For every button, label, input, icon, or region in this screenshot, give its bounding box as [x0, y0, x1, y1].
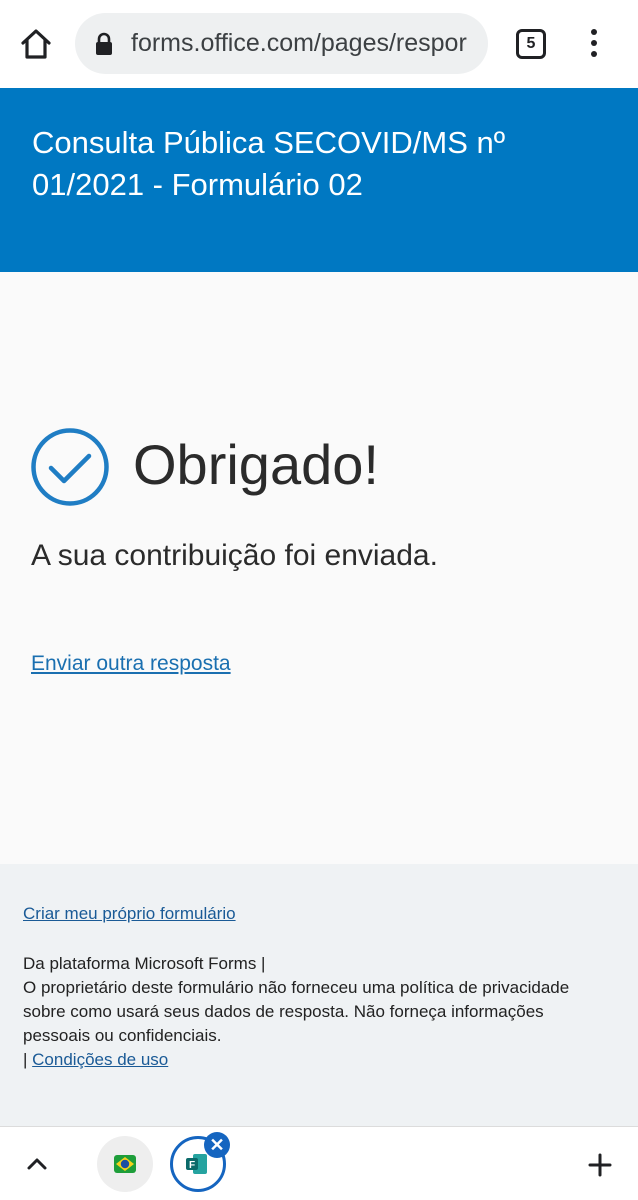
terms-of-use-link[interactable]: Condições de uso: [32, 1050, 168, 1069]
footer-disclaimer: Da plataforma Microsoft Forms | O propri…: [23, 952, 603, 1072]
create-own-form-link[interactable]: Criar meu próprio formulário: [23, 902, 236, 926]
platform-text: Da plataforma Microsoft Forms |: [23, 954, 266, 973]
checkmark-circle-icon: [30, 427, 110, 507]
home-icon[interactable]: [18, 26, 54, 62]
svg-text:F: F: [189, 1160, 195, 1171]
separator: |: [23, 1050, 28, 1069]
lock-icon: [95, 32, 113, 56]
browser-bottom-bar: F ✕: [0, 1126, 638, 1200]
terms-line: | Condições de uso: [23, 1048, 603, 1072]
form-header: Consulta Pública SECOVID/MS nº 01/2021 -…: [0, 88, 638, 272]
address-bar[interactable]: forms.office.com/pages/respor: [75, 13, 488, 74]
tab-switcher-button[interactable]: 5: [516, 29, 546, 59]
browser-toolbar: forms.office.com/pages/respor 5: [0, 0, 638, 88]
url-text: forms.office.com/pages/respor: [131, 29, 467, 57]
plus-icon[interactable]: [586, 1151, 614, 1179]
tab-brazil-site[interactable]: [97, 1136, 153, 1192]
submit-another-response-link[interactable]: Enviar outra resposta: [31, 649, 231, 679]
chevron-up-icon[interactable]: [24, 1151, 50, 1177]
privacy-text: O proprietário deste formulário não forn…: [23, 978, 570, 1045]
brazil-flag-icon: [114, 1155, 136, 1173]
close-icon[interactable]: ✕: [204, 1132, 230, 1158]
form-footer: Criar meu próprio formulário Da platafor…: [0, 864, 638, 1126]
confirmation-message: A sua contribuição foi enviada.: [31, 539, 438, 572]
more-menu-icon[interactable]: [584, 26, 604, 62]
form-title: Consulta Pública SECOVID/MS nº 01/2021 -…: [32, 125, 506, 202]
confirmation-title: Obrigado!: [133, 433, 379, 496]
